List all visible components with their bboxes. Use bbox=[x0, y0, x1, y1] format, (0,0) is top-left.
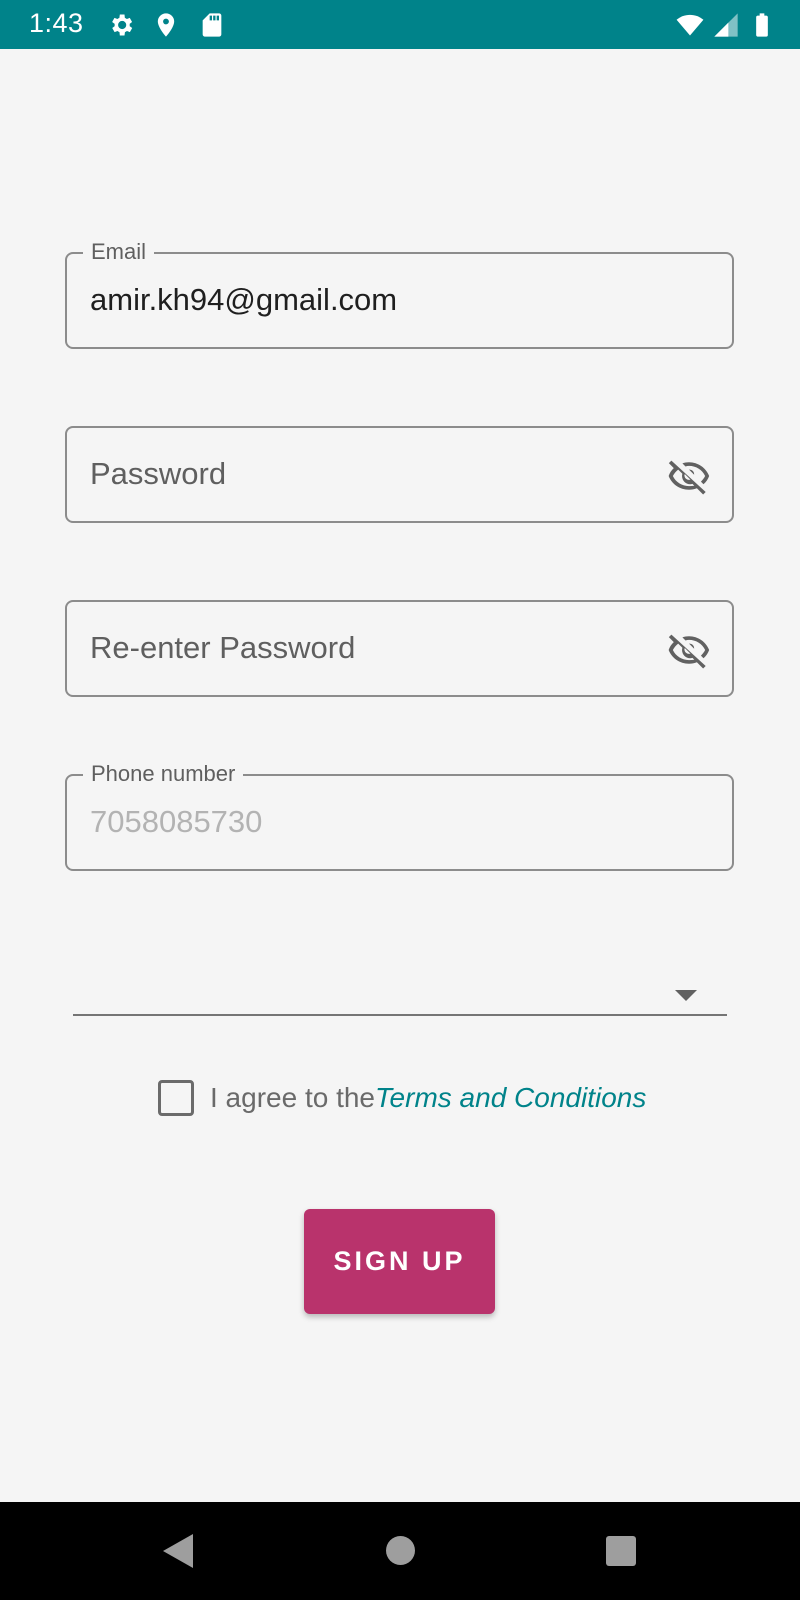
password-field[interactable]: Password bbox=[65, 426, 734, 523]
recents-icon[interactable] bbox=[606, 1536, 636, 1566]
sign-up-button[interactable]: SIGN UP bbox=[304, 1209, 495, 1314]
reenter-password-field[interactable]: Re-enter Password bbox=[65, 600, 734, 697]
eye-off-icon[interactable] bbox=[666, 454, 712, 498]
wifi-icon bbox=[676, 14, 704, 36]
eye-off-icon[interactable] bbox=[666, 628, 712, 672]
phone-label: Phone number bbox=[83, 761, 244, 787]
battery-icon bbox=[756, 13, 768, 37]
country-dropdown[interactable] bbox=[73, 952, 727, 1016]
status-time: 1:43 bbox=[29, 8, 84, 38]
terms-prefix: I agree to the bbox=[210, 1082, 376, 1113]
gear-icon bbox=[112, 14, 133, 36]
sd-card-icon bbox=[202, 13, 222, 37]
home-icon[interactable] bbox=[386, 1536, 415, 1565]
back-icon[interactable] bbox=[163, 1534, 193, 1568]
phone-field[interactable]: Phone number 7058085730 bbox=[65, 761, 734, 871]
password-placeholder: Password bbox=[90, 456, 227, 491]
status-bar: 1:43 bbox=[0, 0, 800, 49]
phone-hint: 7058085730 bbox=[90, 804, 263, 839]
navigation-bar bbox=[0, 1502, 800, 1600]
cell-signal-icon bbox=[714, 13, 738, 37]
terms-link[interactable]: Terms and Conditions bbox=[375, 1082, 646, 1113]
email-label: Email bbox=[83, 239, 155, 265]
email-value: amir.kh94@gmail.com bbox=[90, 282, 398, 317]
reenter-password-placeholder: Re-enter Password bbox=[90, 630, 356, 665]
dropdown-arrow-icon bbox=[675, 990, 697, 1001]
email-field[interactable]: Email amir.kh94@gmail.com bbox=[65, 239, 734, 349]
terms-checkbox[interactable] bbox=[158, 1080, 194, 1116]
signup-screen: Email amir.kh94@gmail.com Password Re-en… bbox=[0, 49, 800, 1502]
location-pin-icon bbox=[157, 13, 175, 37]
terms-agreement-text: I agree to theTerms and Conditions bbox=[210, 1082, 646, 1114]
